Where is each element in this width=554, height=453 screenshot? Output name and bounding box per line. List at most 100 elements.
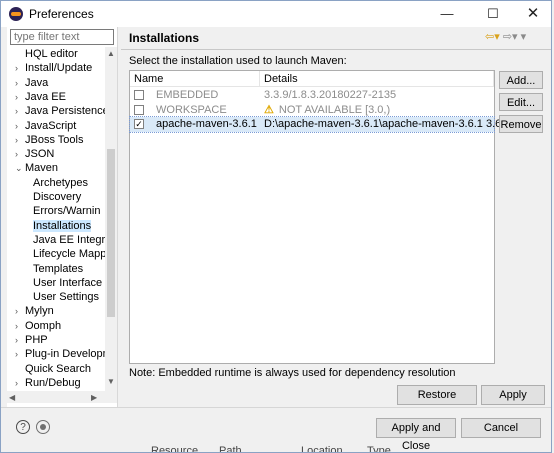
tree-item-plug-in-developm[interactable]: › Plug-in Developm	[15, 347, 105, 361]
eclipse-icon	[9, 7, 23, 21]
tree-item-install-update[interactable]: › Install/Update	[15, 61, 92, 75]
add-button[interactable]: Add...	[499, 71, 543, 89]
collapsed-chevron-icon[interactable]: ›	[15, 104, 25, 118]
tree-item-java-persistence[interactable]: › Java Persistence	[15, 104, 105, 118]
tree-item-archetypes[interactable]: Archetypes	[33, 176, 88, 190]
scroll-thumb[interactable]	[107, 149, 115, 317]
help-icon[interactable]: ?	[16, 420, 30, 434]
tree-item-user-interface[interactable]: User Interface	[33, 276, 102, 290]
collapsed-chevron-icon[interactable]: ›	[15, 133, 25, 147]
tree-item-label: Errors/Warnin	[33, 205, 101, 218]
scroll-right-icon[interactable]: ▶	[91, 393, 97, 402]
background-column-resource: Resource	[151, 445, 199, 453]
collapsed-chevron-icon[interactable]: ›	[15, 119, 25, 133]
installation-name: EMBEDDED	[156, 89, 219, 101]
tree-item-json[interactable]: › JSON	[15, 147, 54, 161]
remove-button[interactable]: Remove	[499, 115, 543, 133]
collapsed-chevron-icon[interactable]: ›	[15, 76, 25, 90]
tree-vertical-scrollbar[interactable]: ▲ ▼	[105, 47, 117, 403]
tree-item-label: Oomph	[25, 319, 62, 332]
apply-button[interactable]: Apply	[481, 385, 545, 405]
page-navigation: ⇦▾ ⇨▾ ▾	[485, 30, 526, 43]
installation-details: ⚠ NOT AVAILABLE [3.0,)	[264, 103, 390, 118]
import-export-icon[interactable]	[36, 420, 50, 434]
collapsed-chevron-icon[interactable]: ›	[15, 61, 25, 75]
installation-details-text: D:\apache-maven-3.6.1\apache-maven-3.6.1…	[264, 118, 511, 130]
installation-details-text: NOT AVAILABLE [3.0,)	[278, 103, 391, 116]
title-divider	[121, 49, 551, 50]
tree-item-run-debug[interactable]: › Run/Debug	[15, 376, 81, 390]
tree-item-label: Run/Debug	[25, 376, 81, 389]
tree-item-php[interactable]: › PHP	[15, 333, 48, 347]
tree-item-label: Maven	[25, 162, 59, 175]
restore-defaults-button[interactable]: Restore Defaults	[397, 385, 477, 419]
cancel-button[interactable]: Cancel	[461, 418, 541, 438]
maximize-button[interactable]: ☐	[473, 3, 513, 25]
tree-item-label: Mylyn	[25, 305, 54, 318]
tree-item-java-ee-integra[interactable]: Java EE Integra	[33, 233, 105, 247]
close-button[interactable]: ✕	[513, 3, 551, 25]
collapsed-chevron-icon[interactable]: ›	[15, 90, 25, 104]
minimize-button[interactable]: —	[427, 3, 467, 25]
edit-button[interactable]: Edit...	[499, 93, 543, 111]
tree-item-oomph[interactable]: › Oomph	[15, 319, 61, 333]
tree-item-hql-editor[interactable]: HQL editor	[15, 47, 78, 61]
instruction-label: Select the installation used to launch M…	[129, 55, 347, 67]
installation-details-text: 3.3.9/1.8.3.20180227-2135	[264, 89, 397, 101]
installation-row[interactable]: WORKSPACE ⚠ NOT AVAILABLE [3.0,)	[130, 103, 494, 118]
tree-item-user-settings[interactable]: User Settings	[33, 290, 99, 304]
tree-item-installations[interactable]: Installations	[33, 219, 92, 233]
tree-item-errors-warnin[interactable]: Errors/Warnin	[33, 204, 100, 218]
scroll-left-icon[interactable]: ◀	[9, 393, 15, 402]
scroll-down-icon[interactable]: ▼	[107, 377, 115, 386]
tree-item-discovery[interactable]: Discovery	[33, 190, 81, 204]
window-title: Preferences	[29, 7, 94, 21]
collapsed-chevron-icon[interactable]: ›	[15, 347, 25, 361]
details-column-header[interactable]: Details	[260, 71, 494, 87]
tree-item-quick-search[interactable]: Quick Search	[15, 362, 91, 376]
installation-details: 3.3.9/1.8.3.20180227-2135	[264, 88, 396, 103]
tree-item-label: PHP	[25, 334, 48, 346]
collapsed-chevron-icon[interactable]: ›	[15, 333, 25, 347]
forward-arrow-icon[interactable]: ⇨▾	[503, 31, 518, 43]
unchecked-checkbox[interactable]	[134, 90, 144, 100]
tree-item-jboss-tools[interactable]: › JBoss Tools	[15, 133, 84, 147]
background-column-type: Type	[367, 445, 391, 453]
tree-item-lifecycle-mapp[interactable]: Lifecycle Mapp	[33, 247, 105, 261]
background-column-location: Location	[301, 445, 343, 453]
tree-item-label: Quick Search	[25, 362, 92, 375]
name-column-header[interactable]: Name	[130, 71, 260, 87]
tree-item-javascript[interactable]: › JavaScript	[15, 119, 76, 133]
tree-item-java-ee[interactable]: › Java EE	[15, 90, 66, 104]
scroll-up-icon[interactable]: ▲	[107, 49, 115, 58]
collapsed-chevron-icon[interactable]: ›	[15, 319, 25, 333]
back-arrow-icon[interactable]: ⇦▾	[485, 31, 500, 43]
unchecked-checkbox[interactable]	[134, 104, 144, 115]
page-title: Installations	[129, 31, 200, 45]
tree-item-label: Java	[25, 76, 49, 89]
installation-name: apache-maven-3.6.1	[156, 118, 257, 130]
collapsed-chevron-icon[interactable]: ›	[15, 304, 25, 318]
collapsed-chevron-icon[interactable]: ›	[15, 376, 25, 390]
tree-item-label: Install/Update	[25, 62, 93, 75]
preference-tree-pane: HQL editor›Install/Update›Java›Java EE›J…	[7, 27, 118, 407]
expanded-chevron-icon[interactable]: ⌄	[15, 161, 25, 175]
apply-and-close-button[interactable]: Apply and Close	[376, 418, 456, 452]
tree-item-label: Lifecycle Mapp	[33, 248, 105, 261]
tree-item-maven[interactable]: ⌄ Maven	[15, 161, 58, 175]
installation-details: D:\apache-maven-3.6.1\apache-maven-3.6.1…	[264, 117, 510, 132]
collapsed-chevron-icon[interactable]: ›	[15, 147, 25, 161]
installation-row[interactable]: ✓ apache-maven-3.6.1 D:\apache-maven-3.6.1…	[129, 116, 510, 133]
checked-checkbox[interactable]: ✓	[134, 119, 144, 129]
filter-input[interactable]	[10, 29, 114, 45]
tree-horizontal-scrollbar[interactable]: ◀ ▶	[7, 391, 105, 403]
installation-row[interactable]: EMBEDDED 3.3.9/1.8.3.20180227-2135	[130, 88, 494, 103]
tree-item-label: Archetypes	[33, 176, 89, 189]
tree-item-java[interactable]: › Java	[15, 76, 48, 90]
embedded-note: Note: Embedded runtime is always used fo…	[129, 367, 456, 379]
view-menu-icon[interactable]: ▾	[521, 31, 527, 43]
tree-item-label: HQL editor	[25, 48, 78, 60]
tree-item-mylyn[interactable]: › Mylyn	[15, 304, 54, 318]
tree-item-templates[interactable]: Templates	[33, 262, 83, 276]
tree-item-label: JavaScript	[25, 119, 77, 132]
